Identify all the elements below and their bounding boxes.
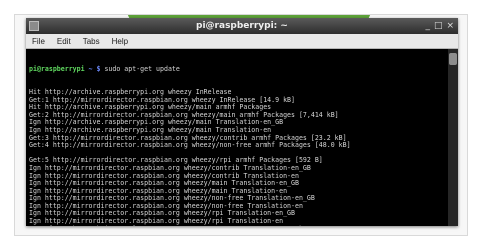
scrollbar-thumb[interactable] bbox=[449, 53, 457, 65]
window-title: pi@raspberrypi: ~ bbox=[196, 21, 288, 31]
close-icon[interactable]: × bbox=[446, 21, 454, 31]
terminal-app-icon[interactable] bbox=[29, 21, 39, 31]
terminal-scrollbar[interactable] bbox=[448, 49, 458, 226]
terminal-output[interactable]: pi@raspberrypi ~ $ sudo apt-get update H… bbox=[26, 49, 448, 226]
window-controls: _ □ × bbox=[425, 21, 458, 31]
menu-help[interactable]: Help bbox=[112, 37, 128, 46]
menu-bar: File Edit Tabs Help bbox=[26, 34, 458, 49]
prompt-path: ~ $ bbox=[84, 65, 105, 74]
minimize-icon[interactable]: _ bbox=[425, 21, 430, 31]
menu-tabs[interactable]: Tabs bbox=[83, 37, 100, 46]
title-bar[interactable]: pi@raspberrypi: ~ _ □ × bbox=[26, 18, 458, 34]
terminal-window: pi@raspberrypi: ~ _ □ × File Edit Tabs H… bbox=[26, 18, 458, 226]
menu-file[interactable]: File bbox=[32, 37, 45, 46]
prompt-line: pi@raspberrypi ~ $ sudo apt-get update bbox=[29, 65, 445, 74]
terminal-line: Get:4 http://mirrordirector.raspbian.org… bbox=[29, 141, 351, 150]
prompt-command: sudo apt-get update bbox=[104, 65, 180, 74]
menu-edit[interactable]: Edit bbox=[57, 37, 71, 46]
maximize-icon[interactable]: □ bbox=[434, 21, 443, 31]
prompt-user: pi@raspberrypi bbox=[29, 65, 85, 74]
